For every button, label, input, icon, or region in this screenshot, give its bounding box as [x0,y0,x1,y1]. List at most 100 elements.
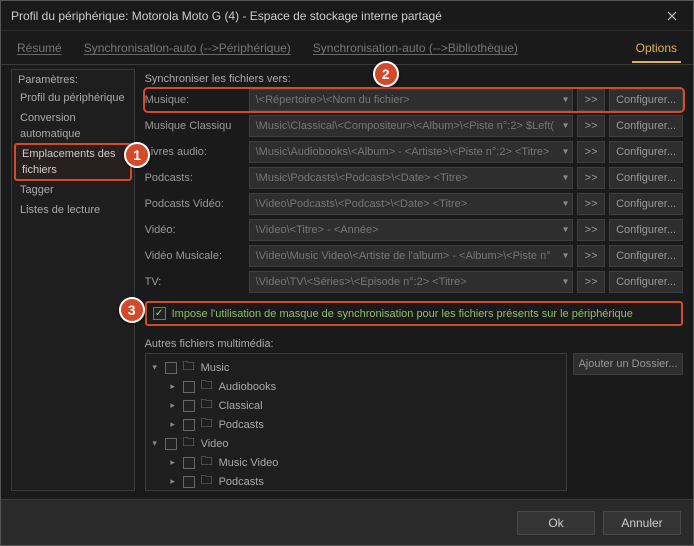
chevron-down-icon: ▾ [563,121,568,132]
sync-row-video-podcasts: Podcasts Vidéo: \Video\Podcasts\<Podcast… [145,193,683,215]
folder-icon: 🗀 [200,376,214,397]
sync-row-configure[interactable]: Configurer... [609,167,683,189]
expand-icon[interactable]: ▸ [168,457,178,468]
tree-row[interactable]: ▸ 🗀 Audiobooks [150,377,562,396]
tree-label: Music Video [219,457,279,469]
impose-checkbox[interactable]: ✓ [153,307,166,320]
sync-row-go[interactable]: >> [577,167,605,189]
sync-row-label: TV: [145,276,245,288]
sync-row-configure[interactable]: Configurer... [609,219,683,241]
footer: Ok Annuler [1,499,693,545]
sync-row-label: Vidéo: [145,224,245,236]
tree-checkbox[interactable] [183,381,195,393]
chevron-down-icon: ▾ [563,173,568,184]
tab-sync-device[interactable]: Synchronisation-auto (-->Périphérique) [80,33,295,62]
sidebar-item-tagger[interactable]: Tagger [12,180,134,200]
sync-row-label: Vidéo Musicale: [145,250,245,262]
impose-label: Impose l'utilisation de masque de synchr… [172,308,633,320]
sync-row-combo[interactable]: \Video\Podcasts\<Podcast>\<Date> <Titre>… [249,193,573,215]
sync-row-combo[interactable]: \<Répertoire>\<Nom du fichier>▾ [249,89,573,111]
chevron-down-icon: ▾ [563,147,568,158]
tree-row[interactable]: ▾🗀Video [150,434,562,453]
sync-row-combo[interactable]: \Music\Classical\<Compositeur>\<Album>\<… [249,115,573,137]
sync-rows: Musique: \<Répertoire>\<Nom du fichier>▾… [145,89,683,293]
chevron-down-icon: ▾ [563,277,568,288]
close-button[interactable] [651,1,693,31]
sync-row-classical: Musique Classiqu \Music\Classical\<Compo… [145,115,683,137]
folder-icon: 🗀 [200,452,214,473]
tree-label: Music [201,362,230,374]
sidebar: Paramètres: Profil du périphérique Conve… [11,69,135,491]
sidebar-item-conversion[interactable]: Conversion automatique [12,108,134,144]
chevron-down-icon: ▾ [563,225,568,236]
sync-row-go[interactable]: >> [577,219,605,241]
sync-row-configure[interactable]: Configurer... [609,271,683,293]
tree-checkbox[interactable] [183,400,195,412]
tree-label: Audiobooks [219,381,277,393]
sync-row-tv: TV: \Video\TV\<Séries>\<Episode n°:2> <T… [145,271,683,293]
tree-checkbox[interactable] [183,419,195,431]
sync-row-configure[interactable]: Configurer... [609,245,683,267]
sync-row-video: Vidéo: \Video\<Titre> - <Année>▾ >> Conf… [145,219,683,241]
sidebar-item-playlists[interactable]: Listes de lecture [12,200,134,220]
sync-row-go[interactable]: >> [577,245,605,267]
cancel-button[interactable]: Annuler [603,511,681,535]
expand-icon[interactable]: ▸ [168,419,178,430]
sync-row-label: Musique: [145,94,245,106]
tree-row[interactable]: ▸ 🗀 Music Video [150,453,562,472]
add-folder-button[interactable]: Ajouter un Dossier... [573,353,683,375]
tree-checkbox[interactable] [183,457,195,469]
sync-row-configure[interactable]: Configurer... [609,193,683,215]
body: Paramètres: Profil du périphérique Conve… [1,65,693,499]
window-title: Profil du périphérique: Motorola Moto G … [11,9,651,23]
sync-row-combo[interactable]: \Video\TV\<Séries>\<Episode n°:2> <Titre… [249,271,573,293]
other-label: Autres fichiers multimédia: [145,338,683,353]
tree-row[interactable]: ▸ 🗀 Classical [150,396,562,415]
badge-1: 1 [124,142,150,168]
tab-sync-library[interactable]: Synchronisation-auto (-->Bibliothèque) [309,33,522,62]
sync-row-go[interactable]: >> [577,89,605,111]
expand-icon[interactable]: ▸ [168,381,178,392]
sync-row-combo[interactable]: \Music\Podcasts\<Podcast>\<Date> <Titre>… [249,167,573,189]
impose-row: ✓ Impose l'utilisation de masque de sync… [145,301,683,326]
ok-button[interactable]: Ok [517,511,595,535]
folder-icon: 🗀 [200,395,214,416]
sync-row-audiobooks: Livres audio: \Music\Audiobooks\<Album> … [145,141,683,163]
chevron-down-icon: ▾ [563,199,568,210]
sync-row-combo[interactable]: \Video\<Titre> - <Année>▾ [249,219,573,241]
expand-icon[interactable]: ▸ [168,400,178,411]
titlebar: Profil du périphérique: Motorola Moto G … [1,1,693,31]
badge-3: 3 [119,297,145,323]
sync-row-go[interactable]: >> [577,193,605,215]
tree-label: Classical [219,400,263,412]
expand-icon[interactable]: ▾ [150,438,160,449]
sync-row-configure[interactable]: Configurer... [609,89,683,111]
chevron-down-icon: ▾ [563,251,568,262]
tree-checkbox[interactable] [165,362,177,374]
sync-row-music-video: Vidéo Musicale: \Video\Music Video\<Arti… [145,245,683,267]
tree-row[interactable]: ▸🗀Podcasts [150,472,562,491]
tree-checkbox[interactable] [165,438,177,450]
tree: ▾🗀Music ▸🗀Audiobooks ▸🗀Classical ▸🗀Podca… [145,353,567,491]
expand-icon[interactable]: ▾ [150,362,160,373]
sync-row-configure[interactable]: Configurer... [609,141,683,163]
sidebar-item-locations[interactable]: Emplacements des fichiers [14,143,132,181]
sync-row-configure[interactable]: Configurer... [609,115,683,137]
tree-wrap: ▾🗀Music ▸🗀Audiobooks ▸🗀Classical ▸🗀Podca… [145,353,683,491]
folder-icon: 🗀 [200,414,214,435]
sync-row-go[interactable]: >> [577,271,605,293]
tree-label: Podcasts [219,476,264,488]
expand-icon[interactable]: ▸ [168,476,178,487]
tree-checkbox[interactable] [183,476,195,488]
sync-row-combo[interactable]: \Video\Music Video\<Artiste de l'album> … [249,245,573,267]
sidebar-label: Paramètres: [12,70,134,88]
sidebar-item-profile[interactable]: Profil du périphérique [12,88,134,108]
tab-resume[interactable]: Résumé [13,33,66,62]
sync-row-combo[interactable]: \Music\Audiobooks\<Album> - <Artiste>\<P… [249,141,573,163]
tab-options[interactable]: Options [632,33,681,63]
tree-row[interactable]: ▾🗀Music [150,358,562,377]
tree-row[interactable]: ▸🗀Podcasts [150,415,562,434]
sync-row-go[interactable]: >> [577,141,605,163]
tabbar: Résumé Synchronisation-auto (-->Périphér… [1,31,693,65]
sync-row-go[interactable]: >> [577,115,605,137]
